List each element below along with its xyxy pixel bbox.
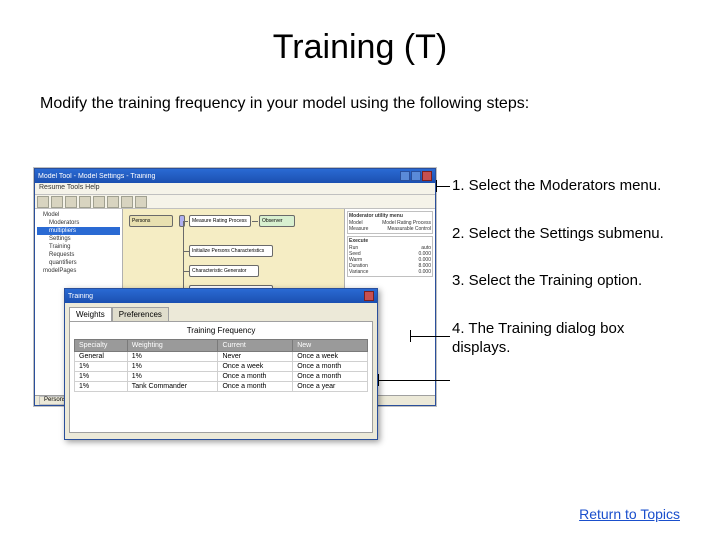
tree-item: Moderators bbox=[37, 219, 120, 227]
tree-item: Requests bbox=[37, 251, 120, 259]
cell: 1% bbox=[127, 362, 218, 372]
tab-row: Weights Preferences bbox=[69, 307, 373, 321]
training-dialog: Training Weights Preferences Training Fr… bbox=[64, 288, 378, 440]
dialog-titlebar: Training bbox=[65, 289, 377, 303]
prop-value: 0.000 bbox=[418, 269, 431, 275]
col-header: New bbox=[293, 340, 368, 352]
tab-content: Training Frequency Specialty Weighting C… bbox=[69, 321, 373, 433]
tree-item: modelPages bbox=[37, 267, 120, 275]
toolbar-icon bbox=[37, 196, 49, 208]
tree-item: Model bbox=[37, 211, 120, 219]
toolbar-icon bbox=[107, 196, 119, 208]
cell: Once a month bbox=[218, 372, 293, 382]
tab-weights: Weights bbox=[69, 307, 112, 321]
callout-line bbox=[410, 336, 450, 337]
titlebar: Model Tool - Model Settings - Training bbox=[35, 169, 435, 183]
connector bbox=[184, 221, 188, 222]
screenshot-illustration: Model Tool - Model Settings - Training R… bbox=[34, 168, 436, 444]
toolbar-icon bbox=[51, 196, 63, 208]
connector bbox=[183, 221, 184, 292]
panel-header: Moderator utility menu bbox=[349, 213, 431, 219]
close-icon bbox=[422, 171, 432, 181]
col-header: Current bbox=[218, 340, 293, 352]
callout-line bbox=[378, 380, 450, 381]
cell: 1% bbox=[75, 382, 128, 392]
diagram-node: Persons bbox=[129, 215, 173, 227]
cell: Once a week bbox=[218, 362, 293, 372]
cell: Once a week bbox=[293, 352, 368, 362]
cell: Never bbox=[218, 352, 293, 362]
diagram-node: Measure Rating Process bbox=[189, 215, 251, 227]
cell: General bbox=[75, 352, 128, 362]
toolbar-icon bbox=[79, 196, 91, 208]
table-row: General1%NeverOnce a week bbox=[75, 352, 368, 362]
callout-tick bbox=[436, 180, 437, 192]
dialog-title-text: Training bbox=[68, 293, 364, 300]
cell: Once a month bbox=[293, 372, 368, 382]
step-4: 4. The Training dialog box displays. bbox=[452, 319, 680, 358]
steps-list: 1. Select the Moderators menu. 2. Select… bbox=[452, 176, 680, 386]
table-row: 1%1%Once a weekOnce a month bbox=[75, 362, 368, 372]
toolbar-icon bbox=[65, 196, 77, 208]
toolbar-icon bbox=[93, 196, 105, 208]
step-2: 2. Select the Settings submenu. bbox=[452, 224, 680, 244]
step-1: 1. Select the Moderators menu. bbox=[452, 176, 680, 196]
toolbar-icon bbox=[135, 196, 147, 208]
cell: 1% bbox=[127, 372, 218, 382]
col-header: Weighting bbox=[127, 340, 218, 352]
tree-item: Training bbox=[37, 243, 120, 251]
panel-header: Execute bbox=[349, 238, 431, 244]
prop-label: Measure bbox=[349, 226, 368, 232]
return-link[interactable]: Return to Topics bbox=[579, 506, 680, 522]
table-title: Training Frequency bbox=[74, 326, 368, 335]
tree-item: Settings bbox=[37, 235, 120, 243]
callout-tick bbox=[378, 374, 379, 386]
cell: 1% bbox=[75, 372, 128, 382]
cell: Tank Commander bbox=[127, 382, 218, 392]
prop-label: Variance bbox=[349, 269, 368, 275]
diagram-node: Initialize Persons Characteristics bbox=[189, 245, 273, 257]
tab-preferences: Preferences bbox=[112, 307, 169, 321]
callout-tick bbox=[410, 330, 411, 342]
prop-value: Measurable Control bbox=[387, 226, 431, 232]
table-row: 1%Tank CommanderOnce a monthOnce a year bbox=[75, 382, 368, 392]
maximize-icon bbox=[411, 171, 421, 181]
cell: Once a month bbox=[218, 382, 293, 392]
slide-title: Training (T) bbox=[40, 28, 680, 67]
callout-line bbox=[436, 186, 450, 187]
diagram-node: Characteristic Generator bbox=[189, 265, 259, 277]
toolbar-icon bbox=[121, 196, 133, 208]
connector bbox=[252, 221, 258, 222]
close-icon bbox=[364, 291, 374, 301]
diagram-node: Observer bbox=[259, 215, 295, 227]
titlebar-text: Model Tool - Model Settings - Training bbox=[38, 173, 400, 180]
menubar: Resume Tools Help bbox=[35, 183, 435, 195]
step-3: 3. Select the Training option. bbox=[452, 271, 680, 291]
tree-item-selected: multipliers bbox=[37, 227, 120, 235]
cell: Once a year bbox=[293, 382, 368, 392]
intro-text: Modify the training frequency in your mo… bbox=[40, 95, 680, 113]
cell: 1% bbox=[75, 362, 128, 372]
training-table: Specialty Weighting Current New General1… bbox=[74, 339, 368, 392]
minimize-icon bbox=[400, 171, 410, 181]
table-row: 1%1%Once a monthOnce a month bbox=[75, 372, 368, 382]
tree-item: quantifiers bbox=[37, 259, 120, 267]
cell: 1% bbox=[127, 352, 218, 362]
col-header: Specialty bbox=[75, 340, 128, 352]
toolbar bbox=[35, 195, 435, 209]
cell: Once a month bbox=[293, 362, 368, 372]
